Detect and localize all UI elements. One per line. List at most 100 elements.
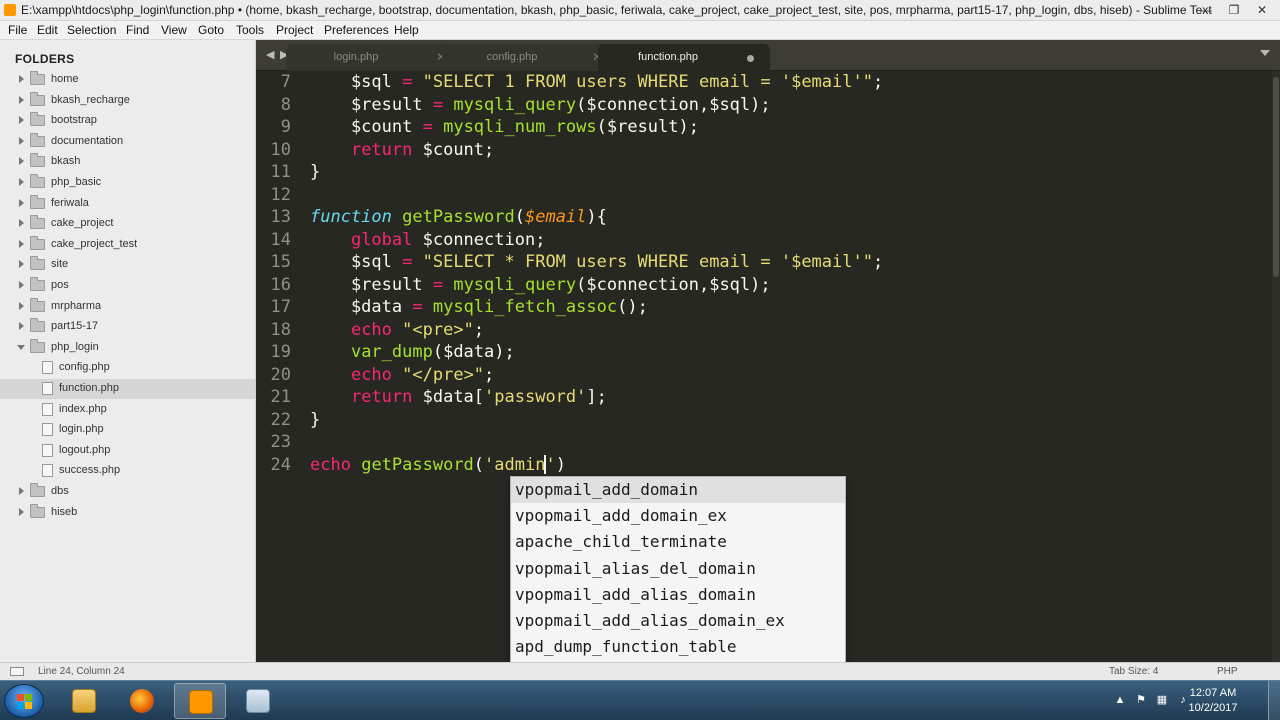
chevron-right-icon[interactable] [19,95,24,104]
minimize-button[interactable]: — [1192,0,1220,20]
chevron-right-icon[interactable] [19,178,24,186]
close-button[interactable]: ✕ [1248,0,1276,20]
chevron-right-icon[interactable] [19,507,24,516]
chevron-right-icon[interactable] [19,239,24,248]
sidebar-folder-hiseb[interactable]: hiseb [0,503,255,523]
sidebar-folder-mrpharma[interactable]: mrpharma [0,297,255,317]
chevron-right-icon[interactable] [19,219,24,228]
action-center-icon[interactable]: ⚑ [1134,693,1148,707]
code-line[interactable]: $count = mysqli_num_rows($result); [310,117,699,137]
scrollbar-thumb[interactable] [1273,77,1279,277]
code-line[interactable]: $result = mysqli_query($connection,$sql)… [310,95,771,115]
sidebar-folder-home[interactable]: home [0,70,255,90]
menu-tools[interactable]: Tools [236,23,264,37]
autocomplete-popup[interactable]: vpopmail_add_domain vpopmail_add_domain_e… [510,476,846,686]
menu-goto[interactable]: Goto [198,23,224,37]
system-clock[interactable]: 12:07 AM 10/2/2017 [1178,686,1248,716]
menu-project[interactable]: Project [276,23,313,37]
code-line[interactable]: var_dump($data); [310,342,515,362]
chevron-right-icon[interactable] [19,487,24,495]
explorer-window-taskbar-button[interactable] [232,683,284,719]
sidebar-file-index-php[interactable]: index.php [0,400,255,420]
code-line[interactable]: } [310,410,320,430]
sidebar-file-success-php[interactable]: success.php [0,461,255,481]
code-line[interactable]: global $connection; [310,230,545,250]
menu-find[interactable]: Find [126,23,149,37]
autocomplete-item[interactable]: vpopmail_add_alias_domain_ex [511,608,845,634]
sidebar-item-label: logout.php [59,443,111,456]
panel-toggle-icon[interactable] [10,667,24,676]
start-button[interactable] [4,684,44,718]
sidebar-folder-bkash[interactable]: bkash [0,152,255,172]
menu-preferences[interactable]: Preferences [324,23,389,37]
sidebar-folder-part15-17[interactable]: part15-17 [0,317,255,337]
maximize-button[interactable]: ❐ [1220,0,1248,20]
tab-size-indicator[interactable]: Tab Size: 4 [1109,666,1158,677]
show-desktop-button[interactable] [1268,681,1280,720]
menu-file[interactable]: File [8,23,27,37]
sidebar-folder-cake-project-test[interactable]: cake_project_test [0,235,255,255]
menu-help[interactable]: Help [394,23,419,37]
code-line[interactable]: echo "<pre>"; [310,320,484,340]
line-number: 15 [270,252,291,272]
sidebar-folder-feriwala[interactable]: feriwala [0,194,255,214]
chevron-right-icon[interactable] [19,157,24,166]
menu-view[interactable]: View [161,23,187,37]
unsaved-dot-icon[interactable] [747,55,754,62]
chevron-right-icon[interactable] [19,198,24,207]
sidebar-folder-site[interactable]: site [0,255,255,275]
sidebar-folder-php-login[interactable]: php_login [0,338,255,358]
code-line[interactable]: return $count; [310,140,494,160]
sidebar-folder-php-basic[interactable]: php_basic [0,173,255,193]
code-line[interactable]: $result = mysqli_query($connection,$sql)… [310,275,771,295]
sublime-text-taskbar-button[interactable] [174,683,226,719]
menu-edit[interactable]: Edit [37,23,58,37]
text-cursor [544,454,547,474]
syntax-indicator[interactable]: PHP [1217,666,1238,677]
chevron-right-icon[interactable] [19,260,24,269]
code-line[interactable]: $sql = "SELECT 1 FROM users WHERE email … [310,72,883,92]
sidebar-folder-documentation[interactable]: documentation [0,132,255,152]
chevron-down-icon[interactable] [17,344,25,350]
sidebar-folder-bootstrap[interactable]: bootstrap [0,111,255,131]
autocomplete-item[interactable]: vpopmail_add_domain [511,477,845,503]
autocomplete-item[interactable]: vpopmail_alias_del_domain [511,556,845,582]
file-explorer-taskbar-button[interactable] [58,683,110,719]
code-line[interactable]: } [310,162,320,182]
code-line[interactable]: function getPassword($email){ [310,207,607,227]
sidebar-file-logout-php[interactable]: logout.php [0,441,255,461]
chevron-right-icon[interactable] [19,136,24,145]
menu-selection[interactable]: Selection [67,23,116,37]
code-line[interactable]: echo getPassword('admin') [310,454,566,475]
tab-nav-left-icon[interactable]: ◀ [266,48,274,61]
chevron-right-icon[interactable] [19,301,24,310]
tab-config-php[interactable]: config.php ✕ [442,44,614,71]
chevron-right-icon[interactable] [19,281,24,289]
code-line[interactable]: return $data['password']; [310,387,607,407]
sidebar-folder-pos[interactable]: pos [0,276,255,296]
autocomplete-item[interactable]: apache_child_terminate [511,529,845,555]
code-line[interactable]: $data = mysqli_fetch_assoc(); [310,297,648,317]
sidebar-file-login-php[interactable]: login.php [0,420,255,440]
sidebar-folder-bkash-recharge[interactable]: bkash_recharge [0,91,255,111]
autocomplete-item[interactable]: apd_dump_function_table [511,634,845,660]
vertical-scrollbar[interactable] [1272,71,1280,662]
sidebar-file-function-php[interactable]: function.php [0,379,255,399]
chevron-right-icon[interactable] [19,75,24,83]
line-number: 9 [280,117,291,137]
firefox-taskbar-button[interactable] [116,683,168,719]
sidebar-folder-dbs[interactable]: dbs [0,482,255,502]
autocomplete-item[interactable]: vpopmail_add_alias_domain [511,582,845,608]
code-line[interactable]: $sql = "SELECT * FROM users WHERE email … [310,252,883,272]
network-icon[interactable]: ▦ [1155,693,1169,707]
tab-function-php[interactable]: function.php [598,44,770,71]
code-line[interactable]: echo "</pre>"; [310,365,494,385]
chevron-right-icon[interactable] [19,322,24,331]
tab-menu-chevron-icon[interactable] [1260,50,1270,56]
sidebar-folder-cake-project[interactable]: cake_project [0,214,255,234]
show-hidden-icons-icon[interactable]: ▲ [1113,693,1127,707]
sidebar-file-config-php[interactable]: config.php [0,358,255,378]
autocomplete-item[interactable]: vpopmail_add_domain_ex [511,503,845,529]
tab-login-php[interactable]: login.php ✕ [286,44,458,71]
chevron-right-icon[interactable] [19,116,24,125]
